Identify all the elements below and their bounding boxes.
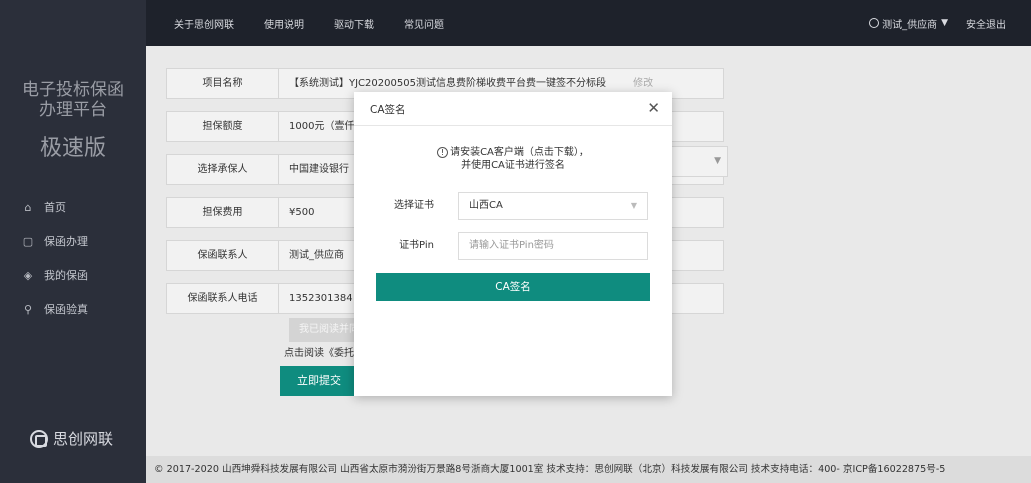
user-icon [869,18,880,28]
sidebar: 电子投标保函 办理平台 极速版 ⌂ 首页 ▢ 保函办理 ◈ 我的保函 ⚲ 保函验… [0,0,146,483]
top-nav-links: 关于思创网联 使用说明 驱动下载 常见问题 [174,0,474,46]
form-label: 保函联系人 [167,241,279,270]
sidebar-item-label: 我的保函 [44,269,88,282]
logo-icon [30,429,48,448]
logo-text: 思创网联 [53,430,114,448]
sidebar-item-verify[interactable]: ⚲ 保函验真 [0,292,146,326]
ca-notice: ! 请安装CA客户端（点击下载）， 并使用CA证书进行签名 [354,146,672,172]
read-agreement-link[interactable]: 点击阅读《委托 [284,344,354,359]
home-icon: ⌂ [24,200,32,214]
ca-sign-button[interactable]: CA签名 [376,273,650,301]
modal-header: CA签名 ✕ [354,92,672,126]
layers-icon: ◈ [23,268,33,282]
company-logo: 思创网联 [30,428,113,449]
platform-title-line2: 办理平台 [39,100,107,120]
nav-link-faq[interactable]: 常见问题 [404,16,444,31]
form-label: 担保额度 [167,112,279,141]
chevron-down-icon: ▼ [630,201,637,210]
document-icon: ▢ [22,234,34,248]
logout-link[interactable]: 安全退出 [966,16,1006,31]
ca-client-download-link[interactable]: 请安装CA客户端（点击下载）， [450,147,589,158]
project-name-value: 【系统测试】YJC20200505测试信息费阶梯收费平台费一键签不分标段 [289,78,606,89]
ca-sign-modal: CA签名 ✕ ! 请安装CA客户端（点击下载）， 并使用CA证书进行签名 选择证书… [354,92,672,396]
platform-title-line1: 电子投标保函 [22,80,124,100]
form-label: 担保费用 [167,198,279,227]
pin-row: 证书Pin 请输入证书Pin密码 [354,232,672,260]
platform-subtitle: 极速版 [39,136,106,161]
underwriter-select-extension[interactable]: ▼ [670,146,728,177]
cert-row: 选择证书 山西CA ▼ [354,192,672,220]
close-icon[interactable]: ✕ [647,99,660,117]
cert-label: 选择证书 [394,200,434,211]
pin-label: 证书Pin [399,240,434,251]
user-area: 测试_供应商 ▼ 安全退出 [869,0,1006,46]
nav-link-about[interactable]: 关于思创网联 [174,16,234,31]
edit-link[interactable]: 修改 [633,78,653,89]
platform-title: 电子投标保函 办理平台 [0,80,146,120]
top-navbar: 关于思创网联 使用说明 驱动下载 常见问题 测试_供应商 ▼ 安全退出 [146,0,1031,46]
sidebar-item-home[interactable]: ⌂ 首页 [0,190,146,224]
sidebar-nav: ⌂ 首页 ▢ 保函办理 ◈ 我的保函 ⚲ 保函验真 [0,190,146,326]
caret-down-icon[interactable]: ▼ [941,18,948,28]
sidebar-item-label: 首页 [44,201,66,214]
notice-line2: 并使用CA证书进行签名 [461,160,565,171]
form-label: 保函联系人电话 [167,284,279,313]
info-icon: ! [437,147,449,158]
submit-button[interactable]: 立即提交 [280,366,358,396]
form-label: 项目名称 [167,69,279,98]
sidebar-item-label: 保函验真 [44,303,88,316]
nav-link-guide[interactable]: 使用说明 [264,16,304,31]
chevron-down-icon: ▼ [714,156,721,166]
sidebar-item-label: 保函办理 [44,235,88,248]
form-label: 选择承保人 [167,155,279,184]
modal-title: CA签名 [370,104,406,116]
search-icon: ⚲ [23,302,33,316]
sidebar-item-guarantee-apply[interactable]: ▢ 保函办理 [0,224,146,258]
sidebar-item-my-guarantees[interactable]: ◈ 我的保函 [0,258,146,292]
user-menu[interactable]: 测试_供应商 [882,16,937,31]
footer: © 2017-2020 山西坤舜科技发展有限公司 山西省太原市漪汾街万景路8号浙… [146,456,1031,483]
pin-input[interactable]: 请输入证书Pin密码 [458,232,648,260]
cert-select[interactable]: 山西CA ▼ [458,192,648,220]
cert-selected-value: 山西CA [469,200,503,211]
nav-link-driver-download[interactable]: 驱动下载 [334,16,374,31]
